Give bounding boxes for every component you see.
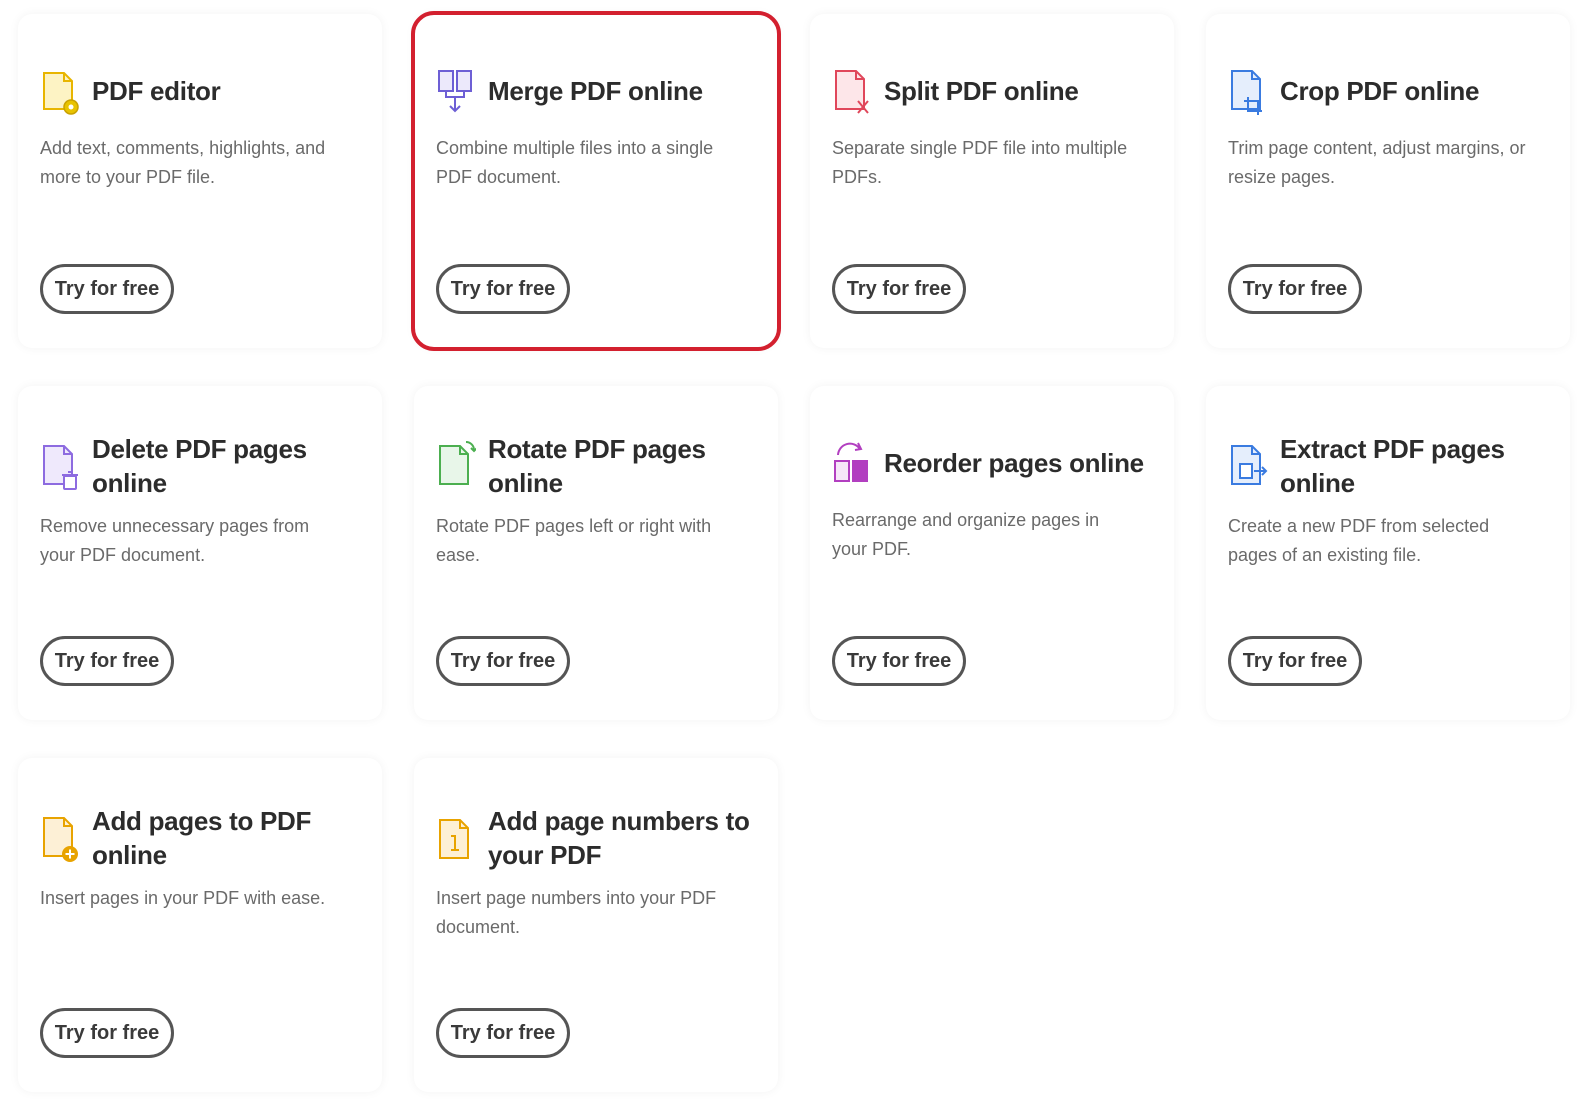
card-description: Combine multiple files into a single PDF… <box>436 138 714 187</box>
card-header: Merge PDF online <box>436 60 756 122</box>
try-for-free-button[interactable]: Try for free <box>436 1008 570 1058</box>
try-for-free-button[interactable]: Try for free <box>40 1008 174 1058</box>
card-title: Merge PDF online <box>488 76 703 106</box>
add-pages-icon <box>40 810 80 866</box>
split-pdf-icon <box>832 63 872 119</box>
reorder-pages-icon <box>832 435 872 491</box>
merge-pdf-icon <box>436 63 476 119</box>
tool-card-pdf-editor[interactable]: PDF editor Add text, comments, highlight… <box>18 14 382 348</box>
card-header: Split PDF online <box>832 60 1152 122</box>
try-for-free-button[interactable]: Try for free <box>436 264 570 314</box>
card-header: Delete PDF pages online <box>40 432 360 500</box>
try-for-free-button[interactable]: Try for free <box>40 264 174 314</box>
try-for-free-button[interactable]: Try for free <box>1228 636 1362 686</box>
card-title: Reorder pages online <box>884 448 1144 478</box>
tool-card-page-numbers[interactable]: Add page numbers to your PDF Insert page… <box>414 758 778 1092</box>
card-title: Add pages to PDF online <box>92 806 312 870</box>
tools-grid: PDF editor Add text, comments, highlight… <box>18 11 1578 1092</box>
try-for-free-button[interactable]: Try for free <box>1228 264 1362 314</box>
card-title: Crop PDF online <box>1280 76 1480 106</box>
card-description: Trim page content, adjust margins, or re… <box>1228 138 1526 187</box>
card-description: Insert page numbers into your PDF docume… <box>436 888 717 937</box>
tool-card-extract-pages[interactable]: Extract PDF pages online Create a new PD… <box>1206 386 1570 720</box>
rotate-pages-icon <box>436 438 476 494</box>
tool-card-delete-pages[interactable]: Delete PDF pages online Remove unnecessa… <box>18 386 382 720</box>
card-header: Reorder pages online <box>832 432 1152 494</box>
card-header: Extract PDF pages online <box>1228 432 1548 500</box>
try-for-free-button[interactable]: Try for free <box>832 636 966 686</box>
crop-pdf-icon <box>1228 63 1268 119</box>
page-numbers-icon <box>436 810 476 866</box>
card-header: Rotate PDF pages online <box>436 432 756 500</box>
tool-card-add-pages[interactable]: Add pages to PDF online Insert pages in … <box>18 758 382 1092</box>
card-description: Rotate PDF pages left or right with ease… <box>436 516 712 565</box>
card-description: Remove unnecessary pages from your PDF d… <box>40 516 310 565</box>
card-title: Add page numbers to your PDF <box>488 806 750 870</box>
card-title: PDF editor <box>92 76 221 106</box>
extract-pages-icon <box>1228 438 1268 494</box>
try-for-free-button[interactable]: Try for free <box>832 264 966 314</box>
try-for-free-button[interactable]: Try for free <box>40 636 174 686</box>
card-description: Add text, comments, highlights, and more… <box>40 138 326 187</box>
try-for-free-button[interactable]: Try for free <box>436 636 570 686</box>
card-header: Crop PDF online <box>1228 60 1548 122</box>
edit-pdf-icon <box>40 63 80 119</box>
tool-card-merge-pdf[interactable]: Merge PDF online Combine multiple files … <box>411 11 781 351</box>
tool-card-split-pdf[interactable]: Split PDF online Separate single PDF fil… <box>810 14 1174 348</box>
card-title: Rotate PDF pages online <box>488 434 706 498</box>
card-title: Delete PDF pages online <box>92 434 307 498</box>
card-description: Rearrange and organize pages in your PDF… <box>832 510 1100 559</box>
card-title: Extract PDF pages online <box>1280 434 1505 498</box>
tool-card-rotate-pages[interactable]: Rotate PDF pages online Rotate PDF pages… <box>414 386 778 720</box>
card-header: Add page numbers to your PDF <box>436 804 756 872</box>
card-header: Add pages to PDF online <box>40 804 360 872</box>
card-description: Separate single PDF file into multiple P… <box>832 138 1128 187</box>
delete-pages-icon <box>40 438 80 494</box>
card-description: Insert pages in your PDF with ease. <box>40 888 326 908</box>
card-title: Split PDF online <box>884 76 1079 106</box>
card-header: PDF editor <box>40 60 360 122</box>
card-description: Create a new PDF from selected pages of … <box>1228 516 1490 565</box>
tool-card-crop-pdf[interactable]: Crop PDF online Trim page content, adjus… <box>1206 14 1570 348</box>
tool-card-reorder-pages[interactable]: Reorder pages online Rearrange and organ… <box>810 386 1174 720</box>
